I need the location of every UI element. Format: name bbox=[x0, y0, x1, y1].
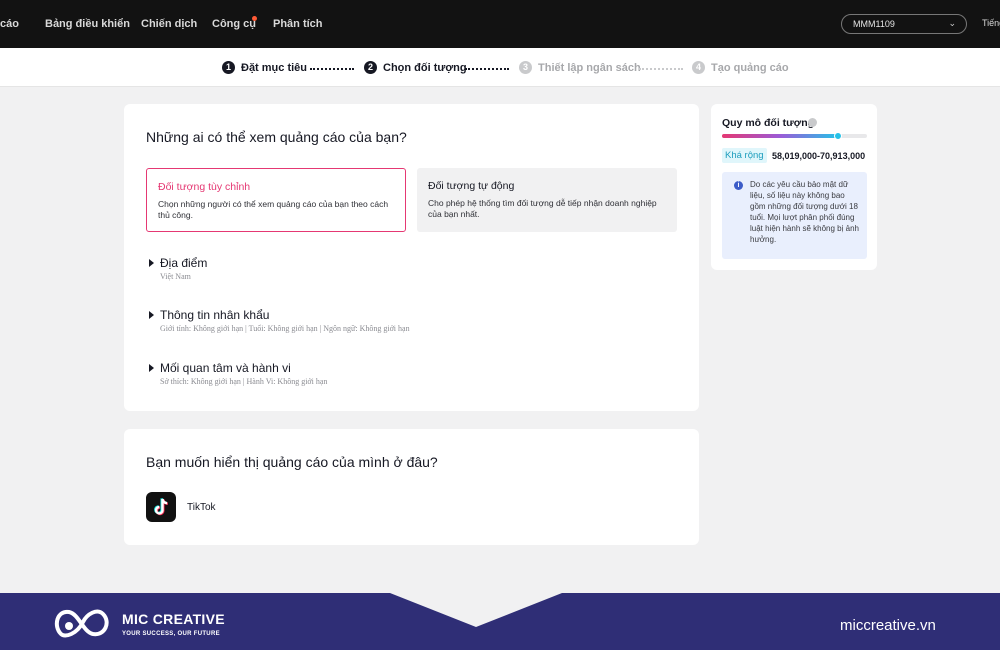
audience-card: Những ai có thể xem quảng cáo của bạn? Đ… bbox=[124, 104, 699, 411]
step-label: Đặt mục tiêu bbox=[241, 61, 308, 74]
placement-card: Bạn muốn hiển thị quảng cáo của mình ở đ… bbox=[124, 429, 699, 545]
placement-heading: Bạn muốn hiển thị quảng cáo của mình ở đ… bbox=[146, 454, 438, 470]
section-summary: Việt Nam bbox=[160, 272, 191, 281]
nav-item-campaigns[interactable]: Chiến dịch bbox=[141, 18, 197, 30]
brand-name: MIC CREATIVE bbox=[122, 611, 225, 627]
audience-size-meter-fill bbox=[722, 134, 838, 138]
step-label: Tạo quảng cáo bbox=[711, 61, 789, 74]
step-budget[interactable]: 3 Thiết lập ngân sách bbox=[519, 61, 641, 74]
step-number: 2 bbox=[364, 61, 377, 74]
step-objective[interactable]: 1 Đặt mục tiêu bbox=[222, 61, 307, 74]
audience-breadth-badge: Khá rộng bbox=[722, 148, 767, 163]
section-summary: Sở thích: Không giới hạn | Hành Vi: Khôn… bbox=[160, 377, 328, 386]
nav-item-analytics[interactable]: Phân tích bbox=[273, 18, 323, 30]
expand-arrow-icon bbox=[149, 364, 154, 372]
brand-tagline: YOUR SUCCESS, OUR FUTURE bbox=[122, 631, 220, 637]
nav-item-tools[interactable]: Công cụ bbox=[212, 18, 256, 30]
option-title: Đối tượng tùy chỉnh bbox=[158, 181, 251, 193]
step-number: 1 bbox=[222, 61, 235, 74]
progress-stepper: 1 Đặt mục tiêu 2 Chọn đối tượng 3 Thiết … bbox=[0, 48, 1000, 87]
audience-heading: Những ai có thể xem quảng cáo của bạn? bbox=[146, 129, 407, 145]
top-nav-bar: cáo Bảng điều khiển Chiến dịch Công cụ P… bbox=[0, 0, 1000, 48]
info-icon[interactable] bbox=[808, 118, 817, 127]
step-number: 3 bbox=[519, 61, 532, 74]
platform-label: TikTok bbox=[187, 502, 216, 513]
footer-notch bbox=[390, 593, 562, 627]
section-title: Thông tin nhân khẩu bbox=[160, 308, 270, 322]
privacy-notice: i Do các yêu cầu bảo mật dữ liệu, số liệ… bbox=[722, 172, 867, 259]
language-select[interactable]: Tiếng bbox=[982, 18, 1000, 28]
step-label: Thiết lập ngân sách bbox=[538, 61, 641, 74]
info-circle-icon: i bbox=[734, 181, 743, 190]
option-title: Đối tượng tự động bbox=[428, 180, 515, 192]
option-description: Chọn những người có thể xem quảng cáo củ… bbox=[158, 199, 389, 220]
section-title: Địa điểm bbox=[160, 256, 208, 270]
account-select[interactable]: MMM1109 ⌄ bbox=[841, 14, 967, 34]
step-connector bbox=[639, 68, 683, 70]
option-automatic-audience[interactable]: Đối tượng tự động Cho phép hệ thống tìm … bbox=[417, 168, 677, 232]
expand-arrow-icon bbox=[149, 259, 154, 267]
section-title: Mối quan tâm và hành vi bbox=[160, 361, 291, 375]
tiktok-logo-icon bbox=[146, 492, 176, 522]
step-create-ad[interactable]: 4 Tạo quảng cáo bbox=[692, 61, 789, 74]
chevron-down-icon: ⌄ bbox=[948, 18, 956, 28]
account-name: MMM1109 bbox=[853, 19, 895, 29]
audience-size-meter-knob bbox=[834, 132, 842, 140]
nav-item-ads[interactable]: cáo bbox=[0, 18, 19, 30]
section-summary: Giới tính: Không giới hạn | Tuổi: Không … bbox=[160, 324, 410, 333]
audience-size-meter bbox=[722, 132, 867, 140]
privacy-notice-text: Do các yêu cầu bảo mật dữ liệu, số liệu … bbox=[750, 180, 859, 244]
expand-arrow-icon bbox=[149, 311, 154, 319]
mic-creative-logo-icon bbox=[54, 609, 109, 638]
brand-website: miccreative.vn bbox=[840, 617, 936, 634]
option-custom-audience[interactable]: Đối tượng tùy chỉnh Chọn những người có … bbox=[146, 168, 406, 232]
audience-size-title: Quy mô đối tượng bbox=[722, 117, 815, 129]
audience-size-range: 58,019,000-70,913,000 bbox=[772, 151, 866, 161]
step-label: Chọn đối tượng bbox=[383, 61, 467, 74]
step-number: 4 bbox=[692, 61, 705, 74]
step-connector bbox=[465, 68, 509, 70]
notification-dot bbox=[252, 16, 257, 21]
option-description: Cho phép hệ thống tìm đối tượng dễ tiếp … bbox=[428, 198, 657, 219]
step-connector bbox=[310, 68, 354, 70]
nav-item-dashboard[interactable]: Bảng điều khiển bbox=[45, 18, 130, 30]
audience-size-panel: Quy mô đối tượng Khá rộng 58,019,000-70,… bbox=[711, 104, 877, 270]
step-audience[interactable]: 2 Chọn đối tượng bbox=[364, 61, 467, 74]
